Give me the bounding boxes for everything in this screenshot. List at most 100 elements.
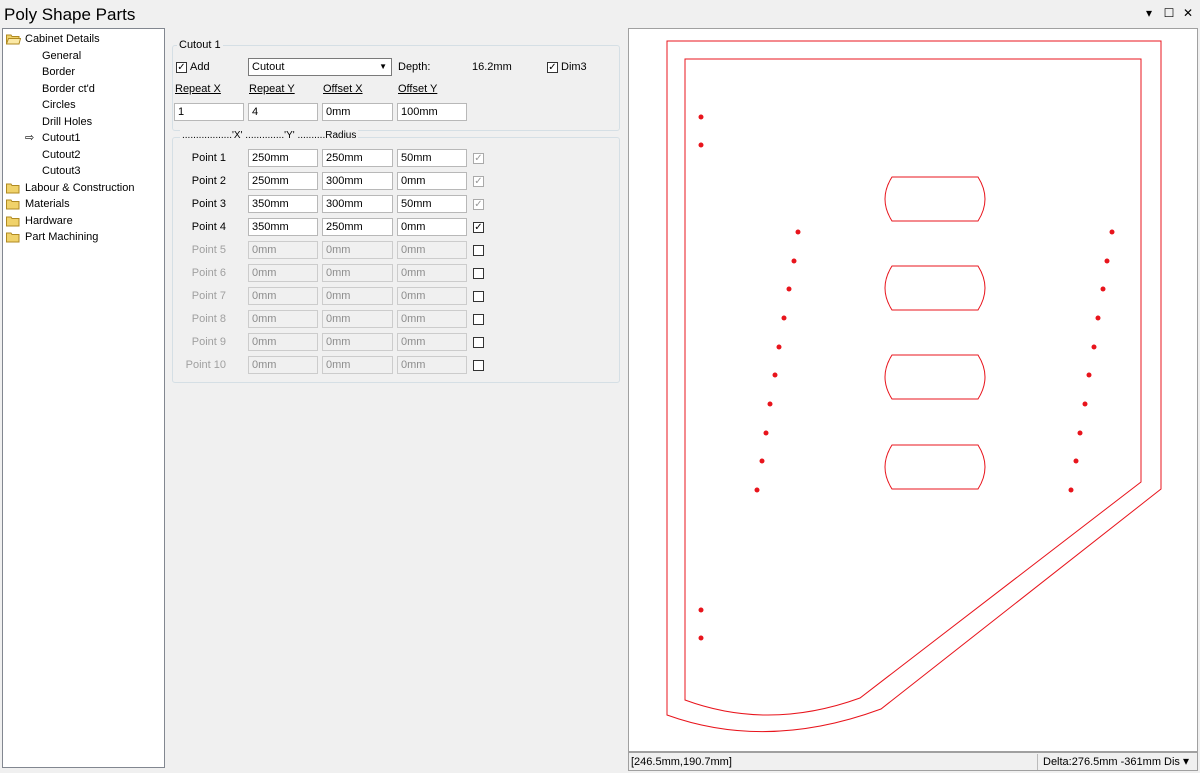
tree-item-hardware[interactable]: Hardware [3,213,162,229]
cutout-type-value: Cutout [252,61,285,73]
tree-item-label: Cutout1 [42,132,81,144]
point-radius-field[interactable]: 0mm [397,241,467,259]
point-enable-checkbox[interactable] [473,291,484,302]
navigation-tree[interactable]: Cabinet Details General Border Border ct'd C… [2,28,165,768]
drill-hole [1068,487,1074,493]
offset-y-header: Offset Y [398,83,438,95]
outer-outline [666,40,1162,733]
shape-preview[interactable] [628,28,1198,752]
point-y-field[interactable]: 0mm [322,241,393,259]
tree-item-label: General [42,49,82,62]
tree-item-label: Drill Holes [42,115,93,128]
cutout-group-title: Cutout 1 [177,39,223,51]
point-label: Point 9 [191,336,226,348]
cutout-slot-4 [884,444,986,490]
tree-item-label: Cutout2 [42,148,81,161]
offset-x-field[interactable]: 0mm [322,103,393,121]
point-y-field[interactable]: 250mm [322,218,393,236]
point-x-field[interactable]: 0mm [248,333,318,351]
cutout-slot-3 [884,354,986,400]
point-y-field[interactable]: 0mm [322,356,393,374]
point-label: Point 7 [191,290,226,302]
point-label: Point 3 [191,198,226,210]
tree-item-cabinet-details[interactable]: Cabinet Details [3,31,162,47]
point-y-field[interactable]: 300mm [322,195,393,213]
point-enable-checkbox[interactable]: ✓ [473,199,484,210]
point-enable-checkbox[interactable] [473,314,484,325]
point-enable-checkbox[interactable]: ✓ [473,153,484,164]
cutout-slot-1 [884,176,986,222]
point-x-field[interactable]: 350mm [248,218,318,236]
tree-item-cutout1[interactable]: ⇨ Cutout1 [3,130,162,146]
point-enable-checkbox[interactable] [473,337,484,348]
tree-item-part-machining[interactable]: Part Machining [3,229,162,245]
drill-hole [1095,315,1101,321]
tree-item-drill-holes[interactable]: Drill Holes [3,114,162,130]
point-y-field[interactable]: 0mm [322,264,393,282]
point-y-field[interactable]: 300mm [322,172,393,190]
point-radius-field[interactable]: 50mm [397,149,467,167]
point-x-field[interactable]: 0mm [248,241,318,259]
point-enable-checkbox[interactable] [473,360,484,371]
depth-value: 16.2mm [472,61,512,73]
point-y-field[interactable]: 0mm [322,287,393,305]
tree-item-border-ct-d[interactable]: Border ct'd [3,81,162,97]
folder-icon [6,182,21,193]
point-y-field[interactable]: 250mm [322,149,393,167]
dim3-checkbox[interactable]: ✓ [547,62,558,73]
point-enable-checkbox[interactable] [473,268,484,279]
point-radius-field[interactable]: 0mm [397,333,467,351]
tree-item-cutout2[interactable]: Cutout2 [3,147,162,163]
tree-item-label: Part Machining [25,231,99,243]
cutout-type-select[interactable]: Cutout ▼ [248,58,392,76]
pin-dropdown-button[interactable]: ▾ [1142,6,1156,20]
tree-item-labour-construction[interactable]: Labour & Construction [3,180,162,196]
point-radius-field[interactable]: 0mm [397,310,467,328]
offset-y-field[interactable]: 100mm [397,103,467,121]
point-radius-field[interactable]: 0mm [397,287,467,305]
point-radius-field[interactable]: 0mm [397,218,467,236]
tree-item-materials[interactable]: Materials [3,196,162,212]
point-enable-checkbox[interactable] [473,245,484,256]
tree-item-label: Materials [25,198,70,210]
drill-hole [791,258,797,264]
close-button[interactable]: ✕ [1181,6,1195,20]
point-x-field[interactable]: 0mm [248,287,318,305]
tree-item-cutout3[interactable]: Cutout3 [3,163,162,179]
point-enable-checkbox[interactable]: ✓ [473,222,484,233]
status-dropdown-button[interactable]: ▾ [1183,754,1189,768]
drill-hole [763,430,769,436]
tree-item-circles[interactable]: Circles [3,97,162,113]
point-x-field[interactable]: 0mm [248,356,318,374]
point-x-field[interactable]: 250mm [248,149,318,167]
drill-hole [754,487,760,493]
add-checkbox[interactable]: ✓ [176,62,187,73]
point-x-field[interactable]: 0mm [248,264,318,282]
point-enable-checkbox[interactable]: ✓ [473,176,484,187]
tree-item-general[interactable]: General [3,48,162,64]
drill-hole [698,607,704,613]
tree-item-border[interactable]: Border [3,64,162,80]
repeat-y-field[interactable]: 4 [248,103,318,121]
tree-item-label: Cabinet Details [25,33,100,45]
point-radius-field[interactable]: 0mm [397,172,467,190]
point-y-field[interactable]: 0mm [322,310,393,328]
point-radius-field[interactable]: 0mm [397,264,467,282]
add-label: Add [190,61,210,73]
point-y-field[interactable]: 0mm [322,333,393,351]
point-x-field[interactable]: 250mm [248,172,318,190]
point-radius-field[interactable]: 50mm [397,195,467,213]
drill-hole [1077,430,1083,436]
point-radius-field[interactable]: 0mm [397,356,467,374]
drill-hole [1109,229,1115,235]
depth-label: Depth: [398,61,431,73]
delta-readout: Delta:276.5mm -361mm Dis [1043,756,1180,768]
maximize-button[interactable]: ☐ [1162,6,1176,20]
status-divider [1037,754,1038,770]
point-label: Point 6 [191,267,226,279]
folder-open-icon [5,33,22,45]
point-x-field[interactable]: 0mm [248,310,318,328]
point-x-field[interactable]: 350mm [248,195,318,213]
cursor-coords: [246.5mm,190.7mm] [631,756,732,768]
repeat-x-field[interactable]: 1 [174,103,244,121]
